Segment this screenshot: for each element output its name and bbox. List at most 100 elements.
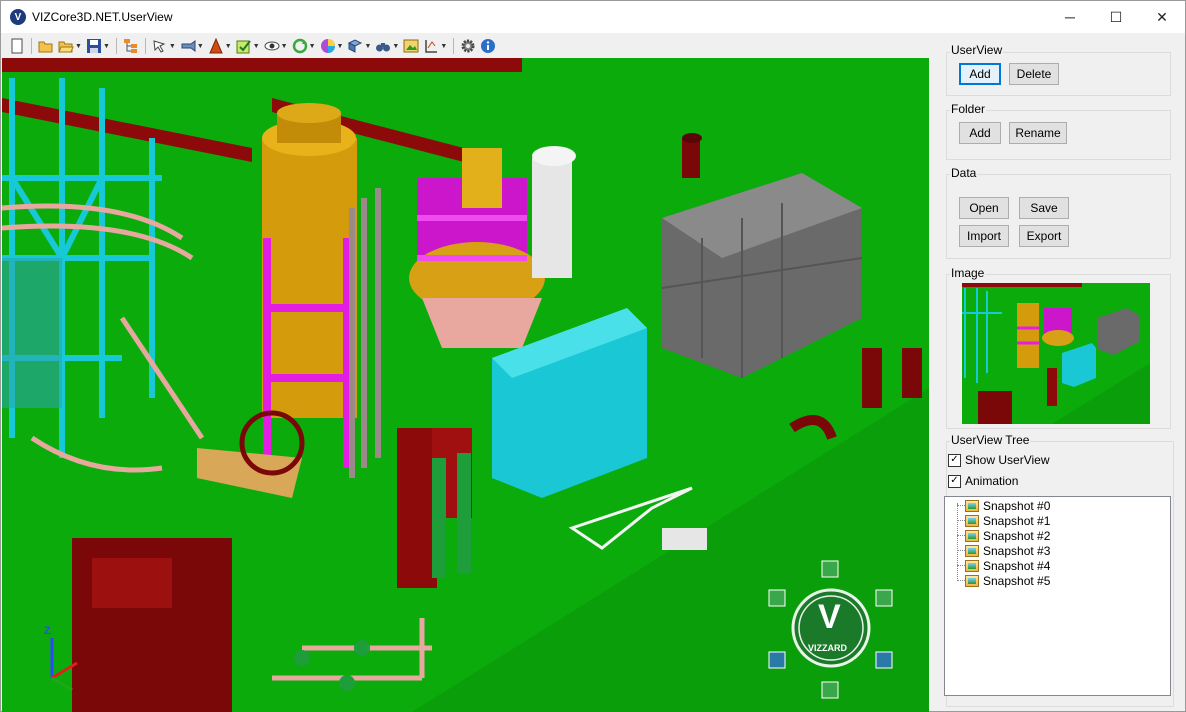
image-icon xyxy=(403,38,419,54)
folder-group-title: Folder xyxy=(950,102,987,116)
chevron-down-icon: ▼ xyxy=(336,42,344,50)
userview-thumbnail xyxy=(962,283,1150,424)
toolbar-separator xyxy=(115,38,117,54)
snapshot-image-icon xyxy=(965,514,979,527)
open-folder-icon xyxy=(38,38,54,54)
chevron-down-icon: ▼ xyxy=(308,42,316,50)
tree-connector xyxy=(957,503,958,581)
chevron-down-icon: ▼ xyxy=(364,42,372,50)
toolbar-separator xyxy=(144,38,146,54)
rotate-icon xyxy=(292,38,308,54)
binoculars-button[interactable]: ▼ xyxy=(374,36,400,56)
tree-item-snapshot-2[interactable]: Snapshot #2 xyxy=(957,528,1051,543)
tree-item-label: Snapshot #2 xyxy=(983,528,1051,543)
chevron-down-icon: ▼ xyxy=(224,42,232,50)
clipping-button[interactable]: ▼ xyxy=(346,36,372,56)
info-button[interactable] xyxy=(479,36,497,56)
snapshot-image-icon xyxy=(965,574,979,587)
chevron-down-icon: ▼ xyxy=(196,42,204,50)
userview-tree-group-title: UserView Tree xyxy=(950,433,1031,447)
visibility-button[interactable]: ▼ xyxy=(263,36,289,56)
save-button[interactable]: ▼ xyxy=(85,36,111,56)
userview-tree[interactable]: Snapshot #0 Snapshot #1 Snapshot #2 Snap… xyxy=(944,496,1171,696)
chevron-down-icon: ▼ xyxy=(440,42,448,50)
vizzard-logo-letter: V xyxy=(818,598,841,636)
snapshot-image-icon xyxy=(965,544,979,557)
main-toolbar: ▼ ▼ ▼ ▼ ▼ ▼ ▼ ▼ ▼ ▼ ▼ ▼ xyxy=(2,34,930,58)
tree-item-label: Snapshot #1 xyxy=(983,513,1051,528)
render-mode-icon xyxy=(208,37,224,54)
userview-delete-button[interactable]: Delete xyxy=(1009,63,1059,85)
folder-rename-button[interactable]: Rename xyxy=(1009,122,1067,144)
toolbar-separator xyxy=(31,38,32,54)
chevron-down-icon: ▼ xyxy=(252,42,260,50)
tree-connector xyxy=(957,505,965,506)
tree-connector xyxy=(957,535,965,536)
tree-item-snapshot-1[interactable]: Snapshot #1 xyxy=(957,513,1051,528)
open-folder-dropdown-icon xyxy=(58,38,74,54)
select-icon xyxy=(152,38,168,54)
chevron-down-icon: ▼ xyxy=(280,42,288,50)
camera-button[interactable]: ▼ xyxy=(179,36,205,56)
image-group-title: Image xyxy=(950,266,986,280)
close-button[interactable]: ✕ xyxy=(1139,1,1185,33)
snapshot-image-icon xyxy=(965,559,979,572)
open-dropdown-button[interactable]: ▼ xyxy=(57,36,83,56)
material-icon xyxy=(320,38,336,54)
tree-item-snapshot-0[interactable]: Snapshot #0 xyxy=(957,498,1051,513)
tree-connector xyxy=(957,520,965,521)
animation-checkbox[interactable]: ✓ Animation xyxy=(948,474,1018,488)
data-open-button[interactable]: Open xyxy=(959,197,1009,219)
data-export-button[interactable]: Export xyxy=(1019,225,1069,247)
material-button[interactable]: ▼ xyxy=(319,36,345,56)
rotate-button[interactable]: ▼ xyxy=(291,36,317,56)
window-title: VIZCore3D.NET.UserView xyxy=(32,10,173,24)
app-logo-icon: V xyxy=(10,9,26,25)
binoculars-icon xyxy=(375,38,391,54)
maximize-button[interactable]: ☐ xyxy=(1093,1,1139,33)
tree-item-snapshot-3[interactable]: Snapshot #3 xyxy=(957,543,1050,558)
data-import-button[interactable]: Import xyxy=(959,225,1009,247)
settings-icon xyxy=(460,38,476,54)
visibility-icon xyxy=(264,38,280,54)
window-controls: ─ ☐ ✕ xyxy=(1047,1,1185,33)
3d-viewport[interactable]: V VIZZARD Z xyxy=(2,58,929,712)
userview-group-title: UserView xyxy=(950,43,1004,57)
save-icon xyxy=(86,38,102,54)
tree-connector xyxy=(957,565,965,566)
toolbar-separator xyxy=(453,38,455,54)
title-bar: V VIZCore3D.NET.UserView ─ ☐ ✕ xyxy=(1,1,1185,33)
checkbox-checked-icon: ✓ xyxy=(948,453,961,467)
settings-button[interactable] xyxy=(459,36,477,56)
measure-button[interactable]: ▼ xyxy=(422,36,448,56)
data-save-button[interactable]: Save xyxy=(1019,197,1069,219)
color-button[interactable]: ▼ xyxy=(235,36,261,56)
tree-item-label: Snapshot #5 xyxy=(983,573,1051,588)
minimize-button[interactable]: ─ xyxy=(1047,1,1093,33)
render-mode-button[interactable]: ▼ xyxy=(207,36,233,56)
snapshot-image-icon xyxy=(965,529,979,542)
show-userview-checkbox[interactable]: ✓ Show UserView xyxy=(948,453,1049,467)
tree-item-snapshot-4[interactable]: Snapshot #4 xyxy=(957,558,1050,573)
folder-add-button[interactable]: Add xyxy=(959,122,1001,144)
color-icon xyxy=(236,38,252,54)
image-capture-button[interactable] xyxy=(402,36,420,56)
tree-connector xyxy=(957,580,965,581)
open-button[interactable] xyxy=(37,36,55,56)
userview-add-button[interactable]: Add xyxy=(959,63,1001,85)
select-button[interactable]: ▼ xyxy=(151,36,177,56)
chevron-down-icon: ▼ xyxy=(75,42,82,50)
chevron-down-icon: ▼ xyxy=(102,42,110,50)
show-userview-label: Show UserView xyxy=(965,453,1050,467)
camera-icon xyxy=(180,38,196,54)
model-tree-button[interactable] xyxy=(122,36,140,56)
tree-item-label: Snapshot #0 xyxy=(983,498,1051,513)
clipping-icon xyxy=(347,38,363,54)
chevron-down-icon: ▼ xyxy=(392,42,400,50)
axis-z-label: Z xyxy=(44,625,51,637)
tree-item-snapshot-5[interactable]: Snapshot #5 xyxy=(957,573,1051,588)
new-button[interactable] xyxy=(8,36,26,56)
tree-icon xyxy=(123,38,139,54)
new-icon xyxy=(9,38,25,54)
main-window: V VIZCore3D.NET.UserView ─ ☐ ✕ ▼ ▼ ▼ ▼ ▼… xyxy=(0,0,1186,712)
